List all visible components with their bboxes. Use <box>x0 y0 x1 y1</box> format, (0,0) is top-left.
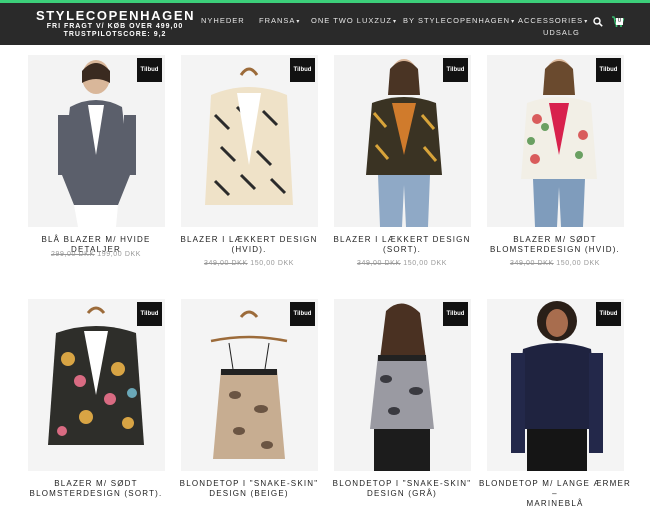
nav-item-by-stylecopenhagen[interactable]: BY STYLECOPENHAGEN▾ <box>403 16 515 25</box>
sale-badge: Tilbud <box>137 58 162 82</box>
product-price: 349,00 DKK 150,00 DKK <box>322 259 482 269</box>
cart-count-badge: 0 <box>616 18 623 25</box>
top-navigation-bar: STYLECOPENHAGEN FRI FRAGT V/ KØB OVER 49… <box>0 0 650 45</box>
search-icon[interactable] <box>593 17 603 27</box>
sale-price: 150,00 DKK <box>556 260 601 267</box>
sale-badge: Tilbud <box>290 58 315 82</box>
product-price: 349,00 DKK 150,00 DKK <box>475 259 635 269</box>
original-price: 349,00 DKK <box>356 260 401 267</box>
product-price: 299,00 DKK 199,00 DKK <box>16 250 176 260</box>
product-image[interactable]: Tilbud <box>181 299 318 471</box>
sale-badge: Tilbud <box>137 302 162 326</box>
product-title[interactable]: BLAZER M/ SØDT BLOMSTERDESIGN (HVID). <box>475 235 635 255</box>
product-image[interactable]: Tilbud <box>487 299 624 471</box>
brand-logo-text[interactable]: STYLECOPENHAGEN <box>36 9 194 23</box>
nav-item-fransa[interactable]: FRANSA▾ <box>259 16 300 25</box>
product-title[interactable]: BLONDETOP M/ LANGE ÆRMER – MARINEBLÅ <box>475 479 635 509</box>
product-image[interactable]: Tilbud <box>334 299 471 471</box>
sale-badge: Tilbud <box>443 302 468 326</box>
product-image[interactable]: Tilbud <box>487 55 624 227</box>
product-title[interactable]: BLONDETOP I "SNAKE-SKIN" DESIGN (GRÅ) <box>322 479 482 499</box>
shipping-note: FRI FRAGT V/ KØB OVER 499,00 <box>46 23 184 30</box>
original-price: 349,00 DKK <box>509 260 554 267</box>
nav-item-one-two-luxzuz[interactable]: ONE TWO LUXZUZ▾ <box>311 16 397 25</box>
cart-button[interactable]: 0 <box>611 15 625 28</box>
nav-item-accessories[interactable]: ACCESSORIES▾ <box>518 16 588 25</box>
nav-item-nyheder[interactable]: NYHEDER <box>201 16 245 25</box>
trustpilot-score: TRUSTPILOTSCORE: 9,2 <box>63 31 167 38</box>
sale-badge: Tilbud <box>596 302 621 326</box>
product-image[interactable]: Tilbud <box>334 55 471 227</box>
sale-badge: Tilbud <box>443 58 468 82</box>
original-price: 349,00 DKK <box>203 260 248 267</box>
original-price: 299,00 DKK <box>50 251 95 258</box>
brand-block[interactable]: STYLECOPENHAGEN FRI FRAGT V/ KØB OVER 49… <box>36 9 194 39</box>
sale-price: 150,00 DKK <box>250 260 295 267</box>
product-image[interactable]: Tilbud <box>28 299 165 471</box>
sale-price: 199,00 DKK <box>97 251 142 258</box>
chevron-down-icon: ▾ <box>511 19 516 25</box>
product-title[interactable]: BLAZER M/ SØDT BLOMSTERDESIGN (SORT). <box>16 479 176 499</box>
chevron-down-icon: ▾ <box>584 19 589 25</box>
product-title[interactable]: BLAZER I LÆKKERT DESIGN (HVID). <box>169 235 329 255</box>
nav-item-udsalg[interactable]: UDSALG <box>543 28 580 37</box>
product-image[interactable]: Tilbud <box>181 55 318 227</box>
product-price: 349,00 DKK 150,00 DKK <box>169 259 329 269</box>
sale-badge: Tilbud <box>596 58 621 82</box>
chevron-down-icon: ▾ <box>296 19 301 25</box>
sale-badge: Tilbud <box>290 302 315 326</box>
product-title[interactable]: BLAZER I LÆKKERT DESIGN (SORT). <box>322 235 482 255</box>
sale-price: 150,00 DKK <box>403 260 448 267</box>
product-image[interactable]: Tilbud <box>28 55 165 227</box>
product-title[interactable]: BLONDETOP I "SNAKE-SKIN" DESIGN (BEIGE) <box>169 479 329 499</box>
chevron-down-icon: ▾ <box>392 19 397 25</box>
